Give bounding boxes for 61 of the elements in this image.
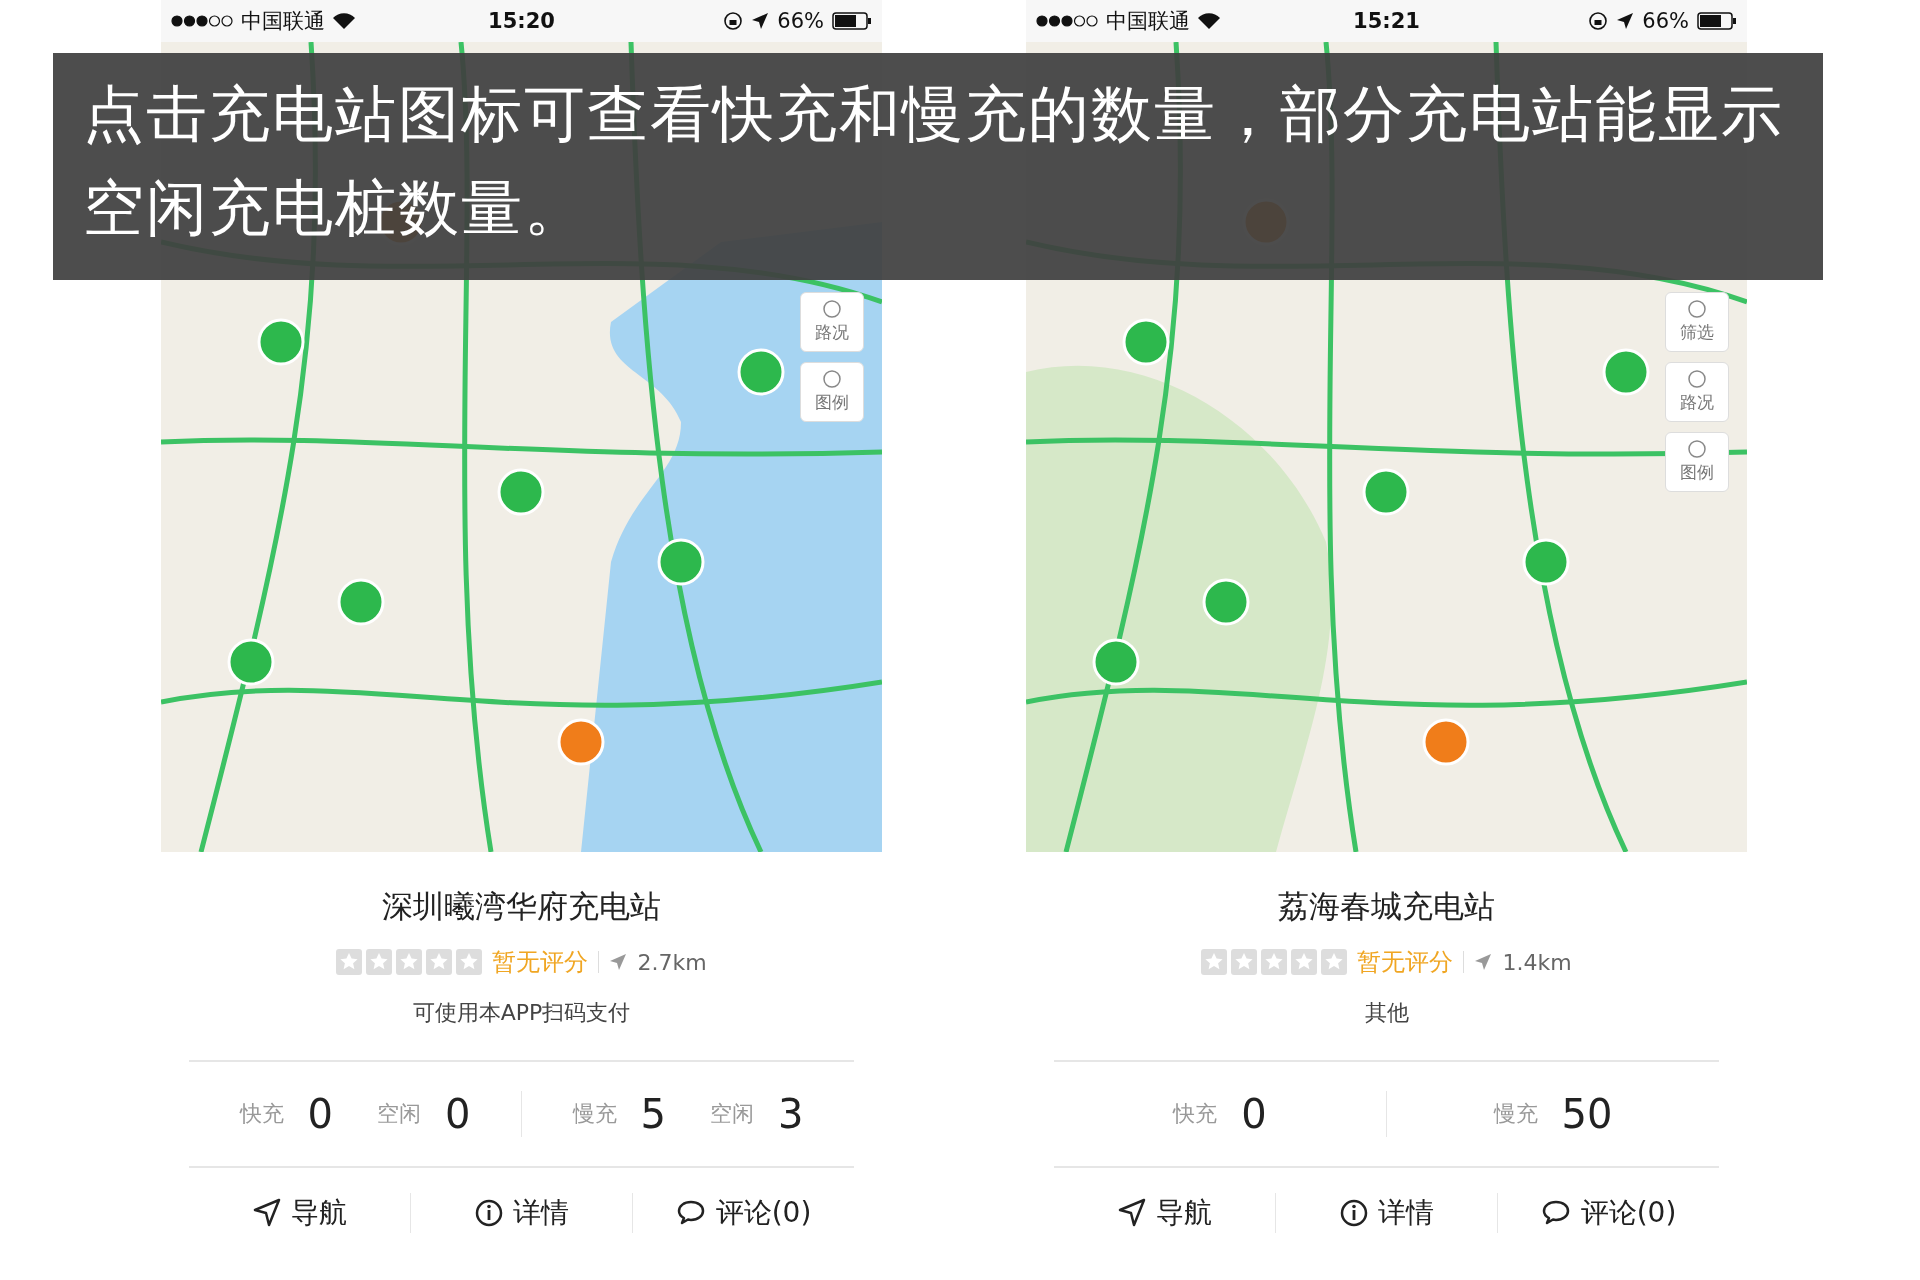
wifi-icon (333, 13, 355, 29)
carrier-name: 中国联通 (241, 8, 325, 35)
wifi-icon (1198, 13, 1220, 29)
battery-percent: 66% (777, 9, 824, 33)
charger-count: 0 (307, 1091, 333, 1137)
charger-type-label: 空闲 (377, 1100, 421, 1128)
action-button[interactable]: 评论(0) (632, 1193, 854, 1233)
navigation-arrow-icon (1117, 1198, 1146, 1228)
battery-icon (1697, 12, 1737, 30)
charger-type-label: 快充 (239, 1100, 284, 1128)
distance-text: 1.4km (1502, 949, 1572, 975)
battery-icon (832, 12, 872, 30)
rating-text: 暂无评分 (1357, 947, 1454, 978)
charger-type-label: 快充 (1173, 1100, 1218, 1128)
map-control-icon (820, 300, 844, 318)
action-button[interactable]: 评论(0) (1497, 1193, 1719, 1233)
action-button[interactable]: 导航 (189, 1193, 410, 1233)
map-control-icon (1685, 370, 1709, 388)
charger-count: 50 (1561, 1091, 1613, 1137)
caption-text: 点击充电站图标可查看快充和慢充的数量，部分充电站能显示空闲充电桩数量。 (53, 53, 1823, 280)
status-time: 15:20 (488, 9, 555, 33)
info-icon (1339, 1199, 1368, 1227)
status-time: 15:21 (1353, 9, 1420, 33)
location-arrow-icon (751, 12, 770, 30)
charger-count: 3 (778, 1091, 804, 1137)
map-control-button[interactable]: 路况 (1665, 362, 1729, 422)
map-control-button[interactable]: 筛选 (1665, 292, 1729, 352)
charger-count: 0 (445, 1091, 471, 1137)
speech-bubble-icon (1540, 1199, 1571, 1227)
location-arrow-icon (1616, 12, 1635, 30)
direction-arrow-icon (1474, 953, 1493, 971)
charger-count: 5 (640, 1091, 666, 1137)
signal-icon (1036, 14, 1098, 28)
battery-percent: 66% (1642, 9, 1689, 33)
payment-note: 其他 (1364, 999, 1409, 1027)
carrier-name: 中国联通 (1106, 8, 1190, 35)
rating-text: 暂无评分 (492, 947, 589, 978)
payment-note: 可使用本APP扫码支付 (412, 999, 631, 1027)
map-control-icon (820, 370, 844, 388)
action-button[interactable]: 详情 (410, 1193, 632, 1233)
speech-bubble-icon (675, 1199, 706, 1227)
map-control-icon (1685, 440, 1709, 458)
map-control-button[interactable]: 图例 (800, 362, 864, 422)
action-button[interactable]: 导航 (1054, 1193, 1275, 1233)
map-control-icon (1685, 300, 1709, 318)
signal-icon (171, 14, 233, 28)
station-name: 深圳曦湾华府充电站 (382, 887, 661, 926)
map-control-button[interactable]: 图例 (1665, 432, 1729, 492)
charger-type-label: 空闲 (710, 1100, 754, 1128)
rotation-lock-icon (1588, 11, 1609, 31)
station-name: 荔海春城充电站 (1278, 887, 1495, 926)
navigation-arrow-icon (252, 1198, 281, 1228)
rotation-lock-icon (723, 11, 744, 31)
map-control-button[interactable]: 路况 (800, 292, 864, 352)
charger-count: 0 (1241, 1091, 1267, 1137)
charger-type-label: 慢充 (572, 1100, 617, 1128)
action-button[interactable]: 详情 (1275, 1193, 1497, 1233)
distance-text: 2.7km (637, 949, 707, 975)
charger-type-label: 慢充 (1493, 1100, 1538, 1128)
direction-arrow-icon (609, 953, 628, 971)
info-icon (474, 1199, 503, 1227)
